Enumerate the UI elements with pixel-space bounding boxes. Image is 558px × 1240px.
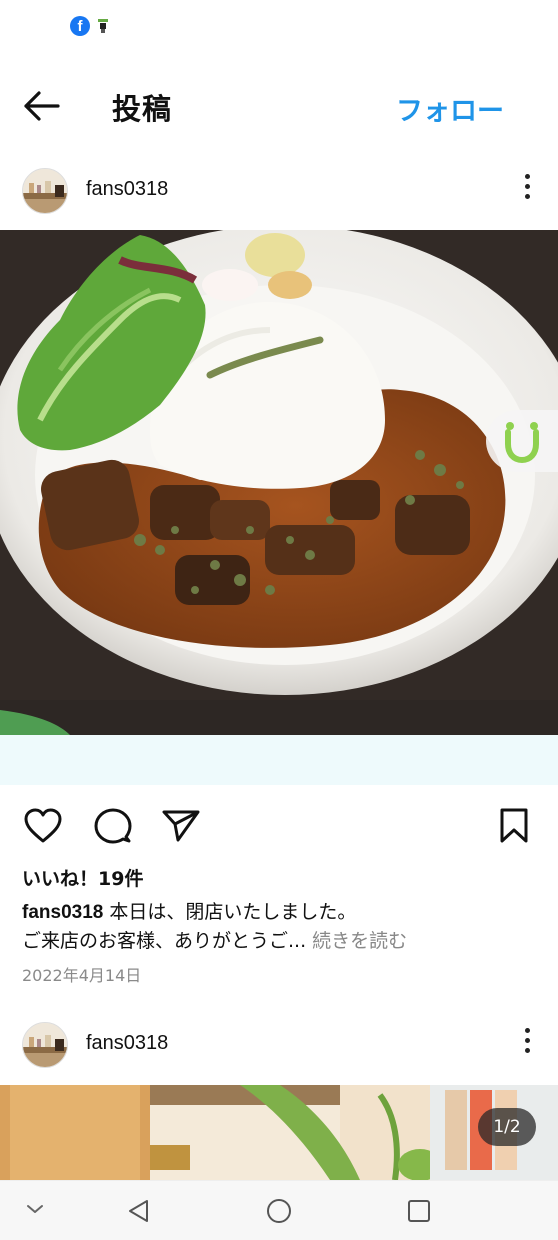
back-triangle-icon (129, 1200, 148, 1222)
post-username[interactable]: fans0318 (86, 1032, 168, 1055)
post-username[interactable]: fans0318 (86, 178, 168, 201)
post-image[interactable] (0, 1085, 558, 1180)
image-bottom-strip (0, 735, 558, 785)
status-bar: f (0, 0, 558, 48)
like-button[interactable] (22, 806, 64, 850)
cafe-interior-photo (0, 1085, 558, 1180)
chevron-down-icon (27, 1205, 43, 1213)
arrow-left-icon (24, 91, 60, 121)
post-image[interactable] (0, 230, 558, 735)
caption-text-continued: ご来店のお客様、ありがとうご... (22, 930, 307, 952)
avatar-image (23, 169, 67, 213)
curry-rice-photo (0, 230, 558, 735)
collapse-nav-button[interactable] (24, 1201, 46, 1221)
dot (524, 1038, 530, 1043)
caption-username[interactable]: fans0318 (22, 902, 103, 923)
caption-text: 本日は、閉店いたしました。 (109, 901, 357, 923)
top-app-bar: 投稿 フォロー (0, 70, 558, 142)
nav-recents-button[interactable] (406, 1198, 432, 1228)
dot (524, 1028, 530, 1033)
app-notification-icon (98, 19, 108, 33)
avatar[interactable] (22, 1022, 68, 1068)
comment-bubble-icon (94, 808, 132, 844)
home-circle-icon (267, 1199, 291, 1223)
likes-count[interactable]: いいね！19件 (22, 864, 143, 891)
dot (524, 1048, 530, 1053)
facebook-glyph: f (77, 18, 83, 35)
more-options-button[interactable] (522, 174, 532, 204)
page-title: 投稿 (112, 92, 173, 126)
bookmark-icon (500, 808, 528, 843)
caption-line-2: ご来店のお客様、ありがとうご... 続きを読む (22, 927, 542, 956)
carousel-page-indicator: 1/2 (478, 1108, 536, 1146)
recents-square-icon (408, 1200, 430, 1222)
notification-icons: f (70, 16, 110, 36)
follow-button[interactable]: フォロー (396, 89, 504, 128)
dot (524, 194, 530, 199)
u-logo-icon (505, 422, 539, 464)
post-header: fans0318 (0, 164, 558, 220)
post-caption: fans0318 本日は、閉店いたしました。 ご来店のお客様、ありがとうご...… (22, 898, 542, 956)
post-date: 2022年4月14日 (22, 966, 142, 985)
paper-plane-icon (162, 810, 200, 842)
post-header: fans0318 (0, 1018, 558, 1074)
nav-back-button[interactable] (126, 1198, 152, 1228)
read-more-link[interactable]: 続きを読む (312, 930, 407, 952)
facebook-icon: f (70, 16, 90, 36)
post-actions (0, 800, 558, 848)
share-button[interactable] (160, 806, 202, 850)
heart-icon (24, 808, 62, 843)
avatar[interactable] (22, 168, 68, 214)
floating-widget-button[interactable] (486, 410, 558, 472)
caption-line-1: fans0318 本日は、閉店いたしました。 (22, 898, 542, 927)
save-button[interactable] (496, 806, 532, 850)
comment-button[interactable] (92, 806, 134, 850)
system-navigation-bar (0, 1180, 558, 1240)
nav-home-button[interactable] (266, 1198, 292, 1228)
back-button[interactable] (22, 88, 62, 124)
avatar-image (23, 1023, 67, 1067)
dot (524, 184, 530, 189)
dot (524, 174, 530, 179)
more-options-button[interactable] (522, 1028, 532, 1058)
